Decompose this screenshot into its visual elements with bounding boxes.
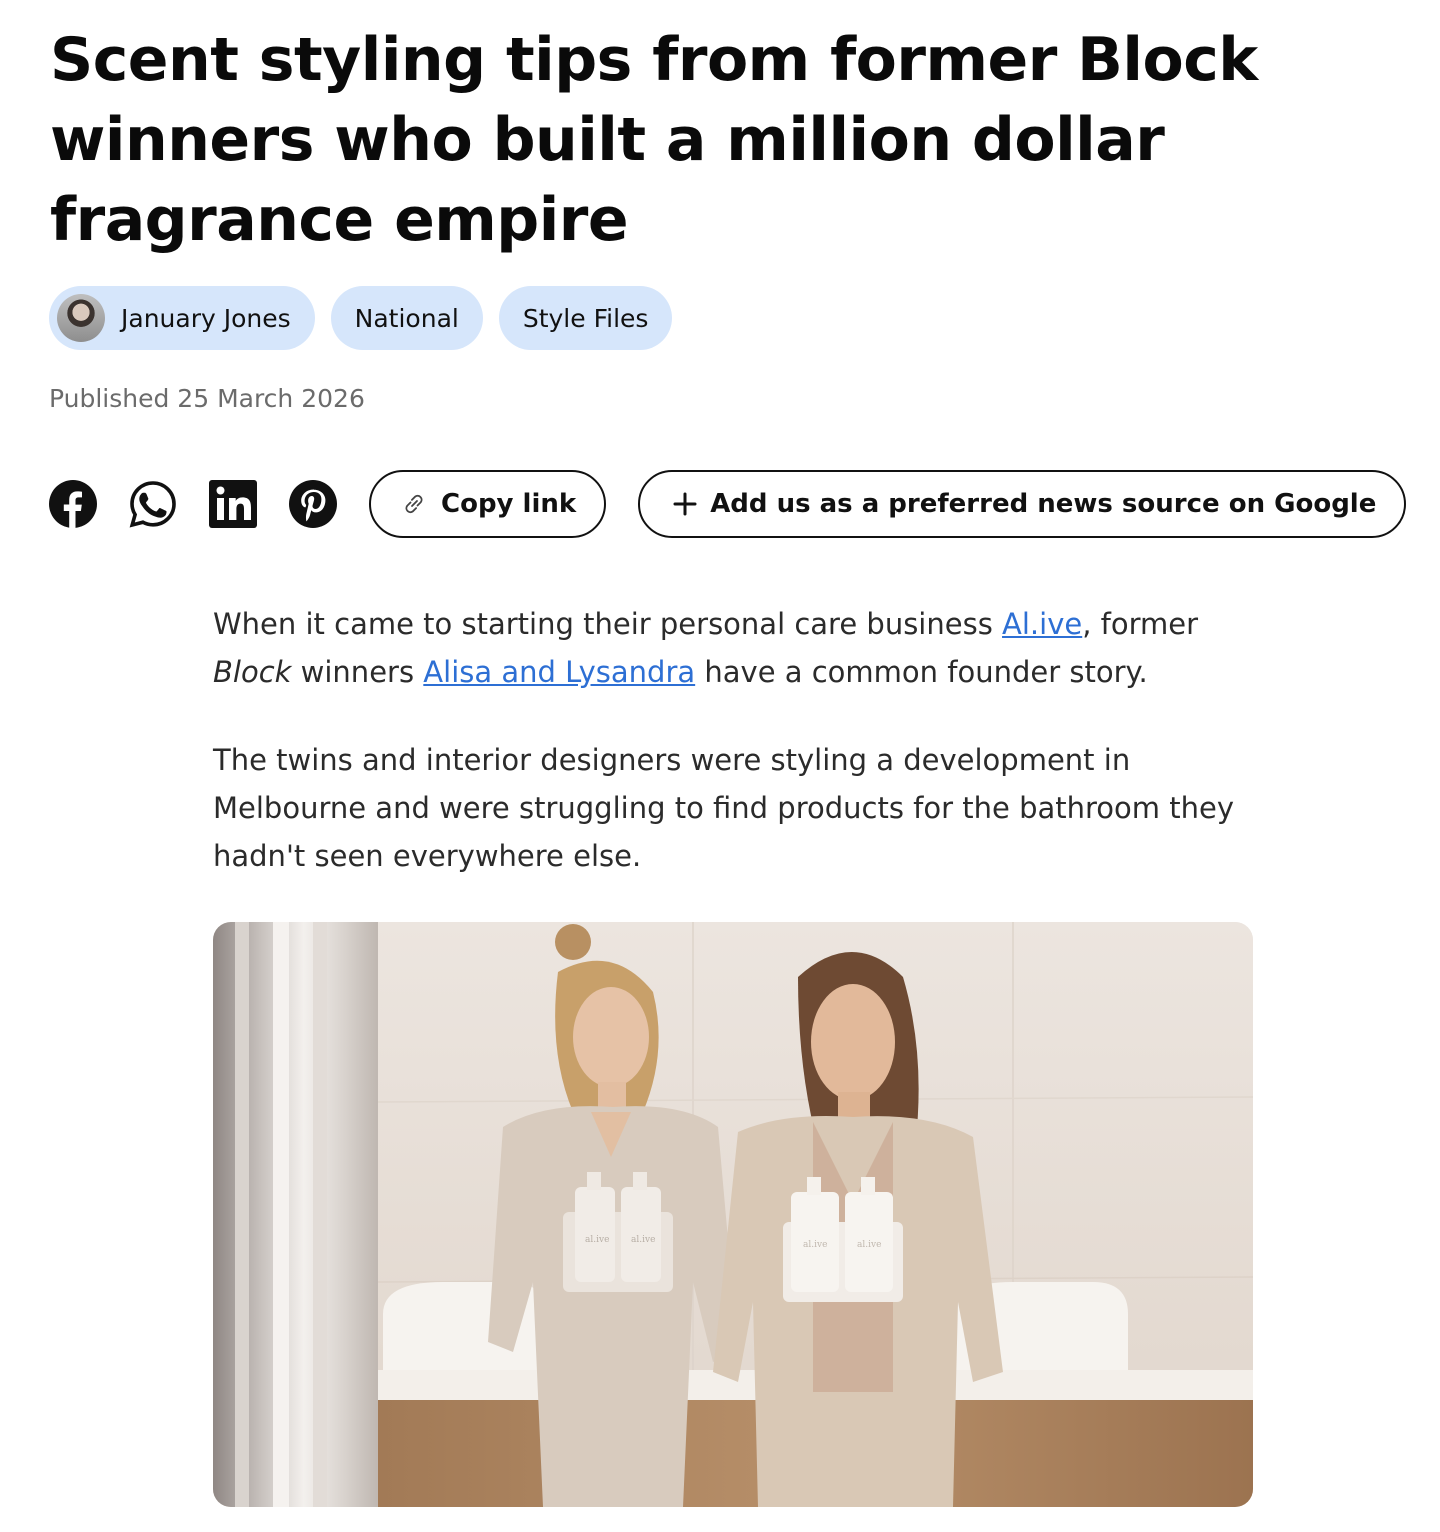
category-tag[interactable]: Style Files [498,286,673,350]
article-headline: Scent styling tips from former Block win… [50,25,1258,255]
linkedin-icon[interactable] [209,480,257,528]
paragraph-melbourne: The twins and interior designers were st… [213,743,1235,873]
paragraph-intro: When it came to starting their personal … [213,600,1273,696]
author-tag[interactable]: January Jones [49,286,315,350]
bottle-label-1: al.ive [585,1235,609,1245]
bottle-label-4: al.ive [857,1240,881,1250]
article-body: When it came to starting their personal … [213,600,1273,920]
published-date: Published 25 March 2026 [49,384,365,413]
add-google-source-label: Add us as a preferred news source on Goo… [710,489,1377,519]
paragraph-intro-text-1: When it came to starting their personal … [213,607,1003,641]
paragraph-intro-text-2: , former [1082,607,1199,641]
bottle-label-3: al.ive [803,1240,827,1250]
paragraph-intro-text-4: have a common founder story. [695,655,1148,689]
region-tag[interactable]: National [330,286,483,350]
copy-link-button[interactable]: Copy link [369,470,607,538]
share-bar: Copy link Add us as a preferred news sou… [49,470,1407,538]
facebook-icon[interactable] [49,480,97,528]
bottle-label-2: al.ive [631,1235,655,1245]
author-name: January Jones [121,303,291,333]
link-icon [399,489,429,519]
author-avatar [57,294,105,342]
hero-illustration: al.ive al.ive al.ive al.ive [213,922,1253,1507]
alisa-lysandra-link[interactable]: Alisa and Lysandra [423,655,695,689]
add-google-source-button[interactable]: Add us as a preferred news source on Goo… [638,470,1407,538]
pinterest-icon[interactable] [289,480,337,528]
article-tags: January Jones National Style Files [49,286,673,350]
whatsapp-icon[interactable] [129,480,177,528]
block-show-name: Block [213,655,292,689]
plus-icon [672,491,698,517]
copy-link-label: Copy link [441,489,577,519]
alive-link[interactable]: Al.ive [1002,607,1082,641]
paragraph-intro-text-3: winners [291,655,424,689]
hero-photo: al.ive al.ive al.ive al.ive [213,922,1253,1507]
